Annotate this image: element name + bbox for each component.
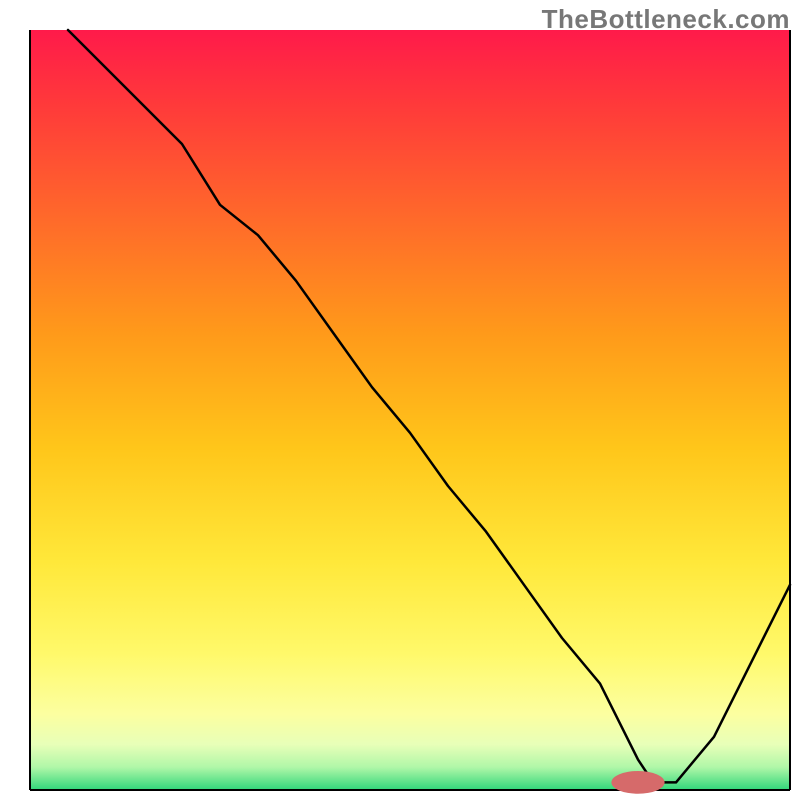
optimal-marker [611,771,664,794]
gradient-area [30,30,790,790]
chart-container: TheBottleneck.com [0,0,800,800]
watermark-text: TheBottleneck.com [542,4,790,35]
bottleneck-chart [0,0,800,800]
